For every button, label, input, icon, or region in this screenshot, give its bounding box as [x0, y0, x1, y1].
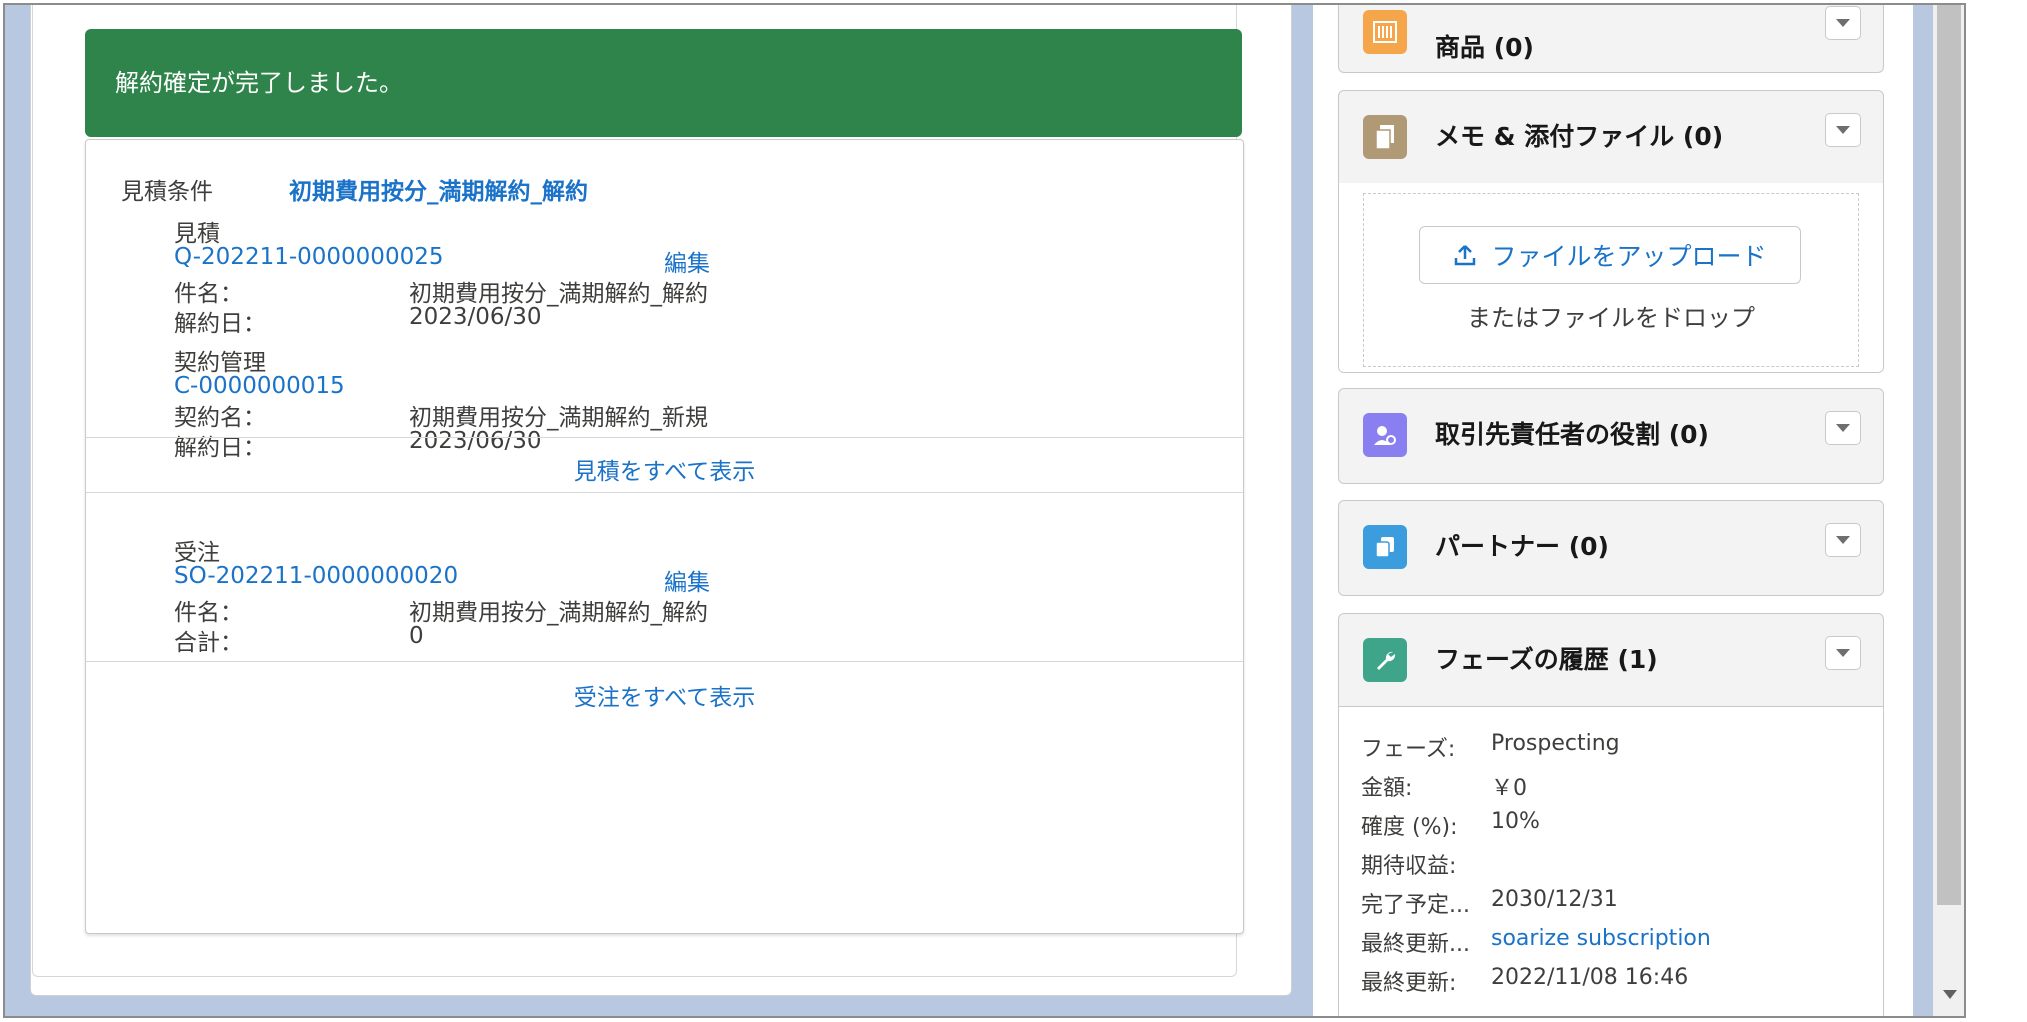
- order-number-link[interactable]: SO-202211-0000000020: [174, 563, 458, 589]
- vertical-scrollbar[interactable]: [1933, 5, 1964, 1016]
- upload-files-button[interactable]: ファイルをアップロード: [1419, 226, 1801, 284]
- quote-condition-link[interactable]: 初期費用按分_満期解約_解約: [289, 172, 588, 206]
- history-label: フェーズ:: [1361, 737, 1456, 762]
- history-label: 金額:: [1361, 776, 1413, 801]
- upload-files-label: ファイルをアップロード: [1491, 242, 1767, 271]
- contract-heading: 契約管理: [174, 350, 266, 376]
- quote-edit-link[interactable]: 編集: [664, 244, 710, 278]
- stage-history-panel: フェーズの履歴 (1) フェーズ: Prospecting 金額: ￥0 確度 …: [1338, 613, 1884, 1016]
- history-value: Prospecting: [1491, 731, 1620, 756]
- contract-date-value: 2023/06/30: [409, 428, 542, 454]
- products-title[interactable]: 商品 (0): [1435, 5, 1534, 72]
- history-label: 最終更新...: [1361, 932, 1470, 957]
- order-edit-link[interactable]: 編集: [664, 563, 710, 597]
- history-row-amount: 金額: ￥0: [1361, 770, 1527, 802]
- order-name-label: 件名：: [174, 600, 243, 626]
- contract-number-link[interactable]: C-0000000015: [174, 373, 345, 399]
- contact-roles-panel: 取引先責任者の役割 (0): [1338, 388, 1884, 484]
- partners-title[interactable]: パートナー (0): [1435, 501, 1609, 593]
- view-all-quotes-link[interactable]: 見積をすべて表示: [86, 452, 1243, 486]
- history-label: 最終更新:: [1361, 971, 1457, 996]
- partners-menu-button[interactable]: [1825, 523, 1861, 557]
- order-name-value: 初期費用按分_満期解約_解約: [409, 600, 708, 626]
- stage-history-title[interactable]: フェーズの履歴 (1): [1435, 614, 1658, 706]
- contact-role-icon: [1363, 413, 1407, 457]
- quote-number-link[interactable]: Q-202211-0000000025: [174, 244, 443, 270]
- chevron-down-icon: [1836, 126, 1850, 134]
- history-row-probability: 確度 (%): 10%: [1361, 809, 1540, 841]
- quote-date-label: 解約日：: [174, 311, 266, 337]
- file-dropzone[interactable]: ファイルをアップロード またはファイルをドロップ: [1363, 193, 1859, 367]
- chevron-down-icon: [1836, 19, 1850, 27]
- history-label: 期待収益:: [1361, 854, 1457, 879]
- contract-name-label: 契約名：: [174, 405, 266, 431]
- quote-name-label: 件名：: [174, 281, 243, 307]
- scrollbar-thumb[interactable]: [1937, 5, 1961, 905]
- divider: [86, 437, 1243, 438]
- toast-message: 解約確定が完了しました。: [115, 69, 403, 97]
- chevron-down-icon: [1836, 649, 1850, 657]
- quote-order-card: 見積条件 初期費用按分_満期解約_解約 見積 Q-202211-00000000…: [85, 139, 1244, 934]
- document-icon: [1363, 115, 1407, 159]
- history-row-close-date: 完了予定... 2030/12/31: [1361, 887, 1618, 919]
- history-label: 完了予定...: [1361, 893, 1470, 918]
- quote-name-value: 初期費用按分_満期解約_解約: [409, 281, 708, 307]
- quote-date-value: 2023/06/30: [409, 304, 542, 330]
- history-value: 2030/12/31: [1491, 887, 1618, 912]
- divider: [86, 661, 1243, 662]
- divider: [86, 492, 1243, 493]
- quote-condition-label: 見積条件: [121, 179, 213, 205]
- partners-panel: パートナー (0): [1338, 500, 1884, 596]
- drop-files-text: またはファイルをドロップ: [1467, 304, 1755, 332]
- notes-menu-button[interactable]: [1825, 113, 1861, 147]
- view-all-orders-link[interactable]: 受注をすべて表示: [86, 678, 1243, 712]
- success-toast: 解約確定が完了しました。: [85, 29, 1242, 137]
- history-row-last-modified: 最終更新: 2022/11/08 16:46: [1361, 965, 1688, 997]
- wrench-icon: [1363, 638, 1407, 682]
- quote-heading: 見積: [174, 221, 220, 247]
- chevron-down-icon: [1836, 424, 1850, 432]
- history-label: 確度 (%):: [1361, 815, 1458, 840]
- products-menu-button[interactable]: [1825, 6, 1861, 40]
- products-icon: [1363, 10, 1407, 54]
- order-total-value: 0: [409, 623, 424, 649]
- contact-roles-title[interactable]: 取引先責任者の役割 (0): [1435, 389, 1709, 481]
- contract-name-value: 初期費用按分_満期解約_新規: [409, 405, 708, 431]
- upload-icon: [1455, 245, 1476, 266]
- contact-roles-menu-button[interactable]: [1825, 411, 1861, 445]
- partner-icon: [1363, 525, 1407, 569]
- history-value: 2022/11/08 16:46: [1491, 965, 1689, 990]
- stage-history-menu-button[interactable]: [1825, 636, 1861, 670]
- chevron-down-icon: [1836, 536, 1850, 544]
- order-heading: 受注: [174, 540, 220, 566]
- history-row-expected-revenue: 期待収益:: [1361, 848, 1456, 880]
- history-value: ￥0: [1491, 776, 1527, 801]
- app-window: 解約確定が完了しました。 見積条件 初期費用按分_満期解約_解約 見積 Q-20…: [3, 3, 1966, 1018]
- scroll-down-arrow-icon[interactable]: [1943, 990, 1957, 999]
- notes-attachments-title[interactable]: メモ & 添付ファイル (0): [1435, 91, 1723, 183]
- notes-attachments-panel: メモ & 添付ファイル (0) ファイルをアップロード またはファイルをドロップ: [1338, 90, 1884, 373]
- products-panel: 商品 (0): [1338, 5, 1884, 73]
- history-value: 10%: [1491, 809, 1540, 834]
- history-row-stage: フェーズ: Prospecting: [1361, 731, 1620, 763]
- history-user-link[interactable]: soarize subscription: [1491, 926, 1711, 951]
- history-row-last-modified-by: 最終更新... soarize subscription: [1361, 926, 1711, 958]
- order-total-label: 合計：: [174, 630, 243, 656]
